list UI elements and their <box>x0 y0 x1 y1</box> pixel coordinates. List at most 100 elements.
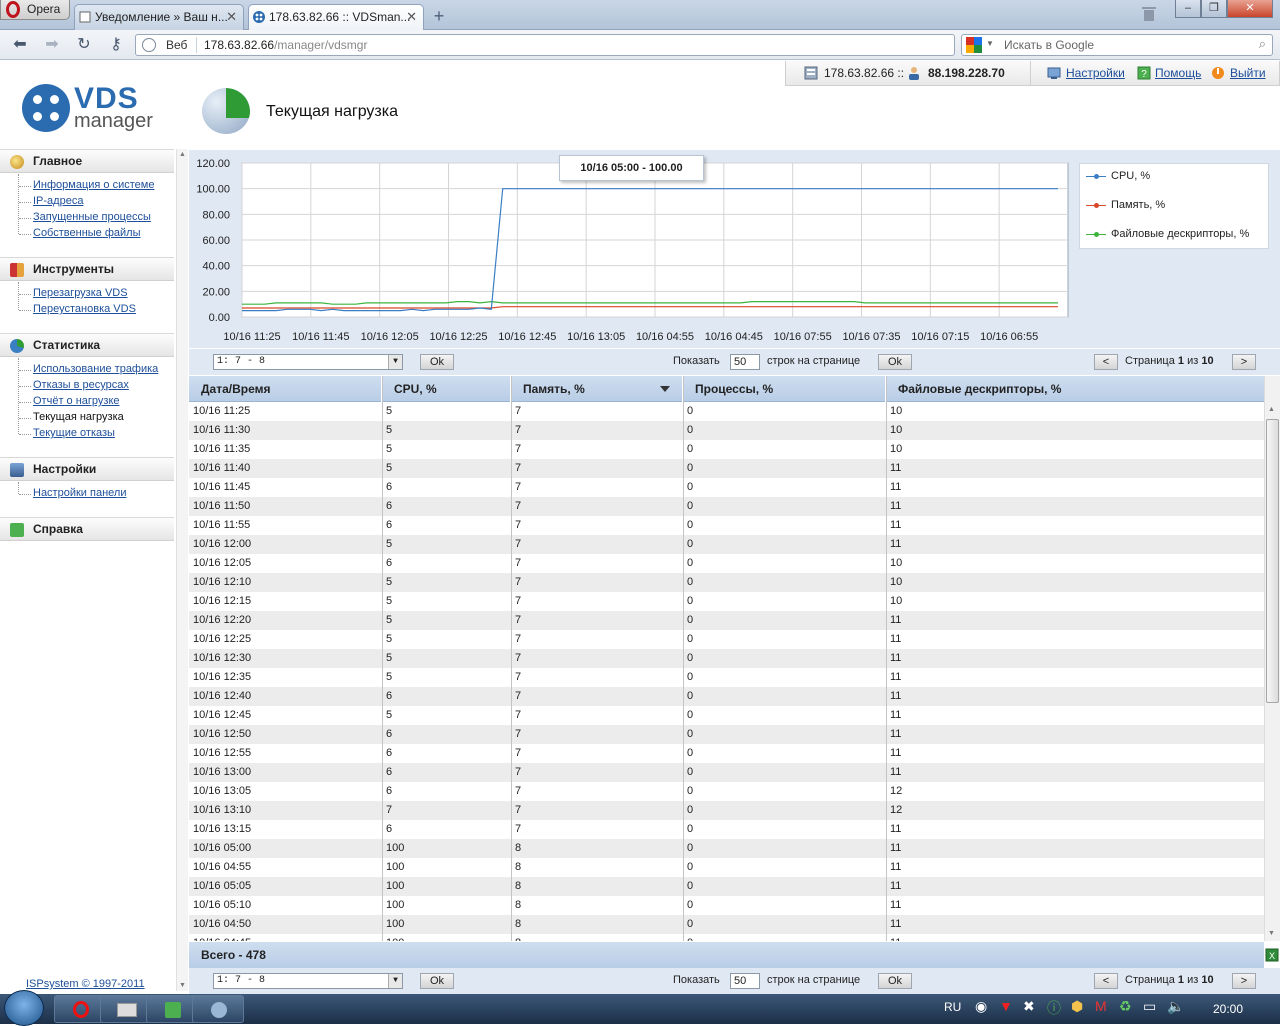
sidebar-section-statistics[interactable]: Статистика <box>0 333 174 357</box>
table-row[interactable]: 10/16 12:35 5 7 0 11 <box>189 668 1264 687</box>
address-bar[interactable]: Веб 178.63.82.66/manager/vdsmgr <box>135 34 955 56</box>
table-row[interactable]: 10/16 11:55 6 7 0 11 <box>189 516 1264 535</box>
table-row[interactable]: 10/16 11:30 5 7 0 10 <box>189 421 1264 440</box>
sidebar-item-system-info[interactable]: Информация о системе <box>33 179 154 191</box>
start-button[interactable] <box>4 990 44 1026</box>
chevron-down-icon[interactable]: ▼ <box>388 355 402 369</box>
settings-link[interactable]: Настройки <box>1066 66 1125 80</box>
table-row[interactable]: 10/16 11:25 5 7 0 10 <box>189 402 1264 421</box>
taskbar-app-tools[interactable] <box>192 995 244 1023</box>
column-header-memory[interactable]: Память, % <box>511 376 683 402</box>
sidebar-item-traffic[interactable]: Использование трафика <box>33 363 158 375</box>
new-tab-button[interactable]: + <box>428 7 450 27</box>
table-row[interactable]: 10/16 13:10 7 7 0 12 <box>189 801 1264 820</box>
table-row[interactable]: 10/16 05:10 100 8 0 11 <box>189 896 1264 915</box>
column-header-cpu[interactable]: CPU, % <box>382 376 511 402</box>
sort-descending-icon[interactable] <box>660 386 670 392</box>
sidebar-item-load-report[interactable]: Отчёт о нагрузке <box>33 395 120 407</box>
table-row[interactable]: 10/16 05:00 100 8 0 11 <box>189 839 1264 858</box>
key-icon[interactable]: ⚷ <box>106 36 126 54</box>
table-row[interactable]: 10/16 05:05 100 8 0 11 <box>189 877 1264 896</box>
table-row[interactable]: 10/16 12:10 5 7 0 10 <box>189 573 1264 592</box>
prev-page-button[interactable]: < <box>1094 973 1118 989</box>
sidebar-section-tools[interactable]: Инструменты <box>0 257 174 281</box>
tray-mcafee-icon[interactable]: M <box>1095 998 1107 1014</box>
table-row[interactable]: 10/16 12:55 6 7 0 11 <box>189 744 1264 763</box>
close-window-button[interactable]: ✕ <box>1227 0 1273 18</box>
help-link[interactable]: Помощь <box>1155 66 1201 80</box>
range-ok-button[interactable]: Ok <box>420 354 454 370</box>
chevron-down-icon[interactable]: ▼ <box>388 974 402 988</box>
sidebar-scrollbar[interactable]: ▲ ▼ <box>176 149 188 991</box>
table-row[interactable]: 10/16 12:00 5 7 0 11 <box>189 535 1264 554</box>
table-row[interactable]: 10/16 12:30 5 7 0 11 <box>189 649 1264 668</box>
sidebar-item-processes[interactable]: Запущенные процессы <box>33 211 151 223</box>
table-row[interactable]: 10/16 04:45 100 8 0 11 <box>189 934 1264 941</box>
taskbar-clock[interactable]: 20:00 <box>1213 1002 1243 1016</box>
sidebar-section-main[interactable]: Главное <box>0 149 174 173</box>
taskbar-explorer[interactable] <box>100 995 152 1023</box>
tray-recycle-icon[interactable]: ♻ <box>1119 998 1132 1015</box>
back-icon[interactable]: ⬅ <box>10 36 30 54</box>
address-url[interactable]: 178.63.82.66/manager/vdsmgr <box>204 38 367 52</box>
tab-vdsmanager[interactable]: 178.63.82.66 :: VDSman... ✕ <box>248 4 424 31</box>
export-excel-icon[interactable]: X <box>1265 948 1279 962</box>
table-row[interactable]: 10/16 11:45 6 7 0 11 <box>189 478 1264 497</box>
range-select[interactable]: 1: 7 - 8 ▼ <box>213 354 403 370</box>
table-row[interactable]: 10/16 13:00 6 7 0 11 <box>189 763 1264 782</box>
table-row[interactable]: 10/16 12:25 5 7 0 11 <box>189 630 1264 649</box>
table-row[interactable]: 10/16 12:40 6 7 0 11 <box>189 687 1264 706</box>
taskbar-app-green[interactable] <box>146 995 198 1023</box>
tab-notification[interactable]: Уведомление » Ваш н... ✕ <box>74 4 244 30</box>
rows-ok-button[interactable]: Ok <box>878 354 912 370</box>
table-row[interactable]: 10/16 04:55 100 8 0 11 <box>189 858 1264 877</box>
chevron-down-icon[interactable]: ▼ <box>986 39 994 48</box>
sidebar-item-reboot-vds[interactable]: Перезагрузка VDS <box>33 287 128 299</box>
column-header-file-descriptors[interactable]: Файловые дескрипторы, % <box>886 376 1264 402</box>
language-indicator[interactable]: RU <box>944 1000 961 1014</box>
tab-close-icon[interactable]: ✕ <box>406 5 417 29</box>
table-row[interactable]: 10/16 11:40 5 7 0 11 <box>189 459 1264 478</box>
table-row[interactable]: 10/16 13:15 6 7 0 11 <box>189 820 1264 839</box>
scroll-up-icon[interactable]: ▲ <box>1268 406 1275 413</box>
table-row[interactable]: 10/16 12:15 5 7 0 10 <box>189 592 1264 611</box>
tray-x-icon[interactable]: ✖ <box>1023 998 1035 1015</box>
table-row[interactable]: 10/16 12:45 5 7 0 11 <box>189 706 1264 725</box>
sidebar-item-panel-settings[interactable]: Настройки панели <box>33 487 126 499</box>
minimize-button[interactable]: – <box>1175 0 1201 18</box>
opera-menu-button[interactable]: Opera <box>0 0 70 20</box>
taskbar-opera[interactable] <box>54 995 106 1023</box>
table-scrollbar[interactable]: ▲ ▼ <box>1264 376 1280 941</box>
trash-icon[interactable] <box>1142 6 1156 22</box>
range-select[interactable]: 1: 7 - 8 ▼ <box>213 973 403 989</box>
table-row[interactable]: 10/16 04:50 100 8 0 11 <box>189 915 1264 934</box>
rows-ok-button[interactable]: Ok <box>878 973 912 989</box>
sidebar-item-current-load[interactable]: Текущая нагрузка <box>33 411 124 423</box>
tray-antivirus-icon[interactable]: ▼ <box>999 998 1013 1014</box>
search-icon[interactable]: ⌕ <box>1259 36 1266 52</box>
maximize-button[interactable]: ❐ <box>1201 0 1227 18</box>
sidebar-section-help[interactable]: Справка <box>0 517 174 541</box>
footer-copyright-link[interactable]: ISPsystem © 1997-2011 <box>26 978 145 990</box>
rows-per-page-input[interactable]: 50 <box>730 973 760 989</box>
range-ok-button[interactable]: Ok <box>420 973 454 989</box>
reload-icon[interactable]: ↻ <box>74 36 94 54</box>
column-header-datetime[interactable]: Дата/Время <box>189 376 382 402</box>
column-header-processes[interactable]: Процессы, % <box>683 376 886 402</box>
sidebar-section-settings[interactable]: Настройки <box>0 457 174 481</box>
table-row[interactable]: 10/16 13:05 6 7 0 12 <box>189 782 1264 801</box>
table-row[interactable]: 10/16 12:50 6 7 0 11 <box>189 725 1264 744</box>
forward-icon[interactable]: ➡ <box>42 36 62 54</box>
table-row[interactable]: 10/16 12:05 6 7 0 10 <box>189 554 1264 573</box>
rows-per-page-input[interactable]: 50 <box>730 354 760 370</box>
sidebar-item-reinstall-vds[interactable]: Переустановка VDS <box>33 303 136 315</box>
sidebar-item-own-files[interactable]: Собственные файлы <box>33 227 140 239</box>
next-page-button[interactable]: > <box>1232 973 1256 989</box>
tray-volume-icon[interactable]: 🔈 <box>1167 998 1184 1015</box>
logout-link[interactable]: Выйти <box>1230 66 1266 80</box>
prev-page-button[interactable]: < <box>1094 354 1118 370</box>
vdsmanager-logo[interactable]: VDS manager <box>22 82 182 136</box>
sidebar-item-resource-failures[interactable]: Отказы в ресурсах <box>33 379 129 391</box>
next-page-button[interactable]: > <box>1232 354 1256 370</box>
tray-network-icon[interactable]: ◉ <box>975 998 987 1015</box>
